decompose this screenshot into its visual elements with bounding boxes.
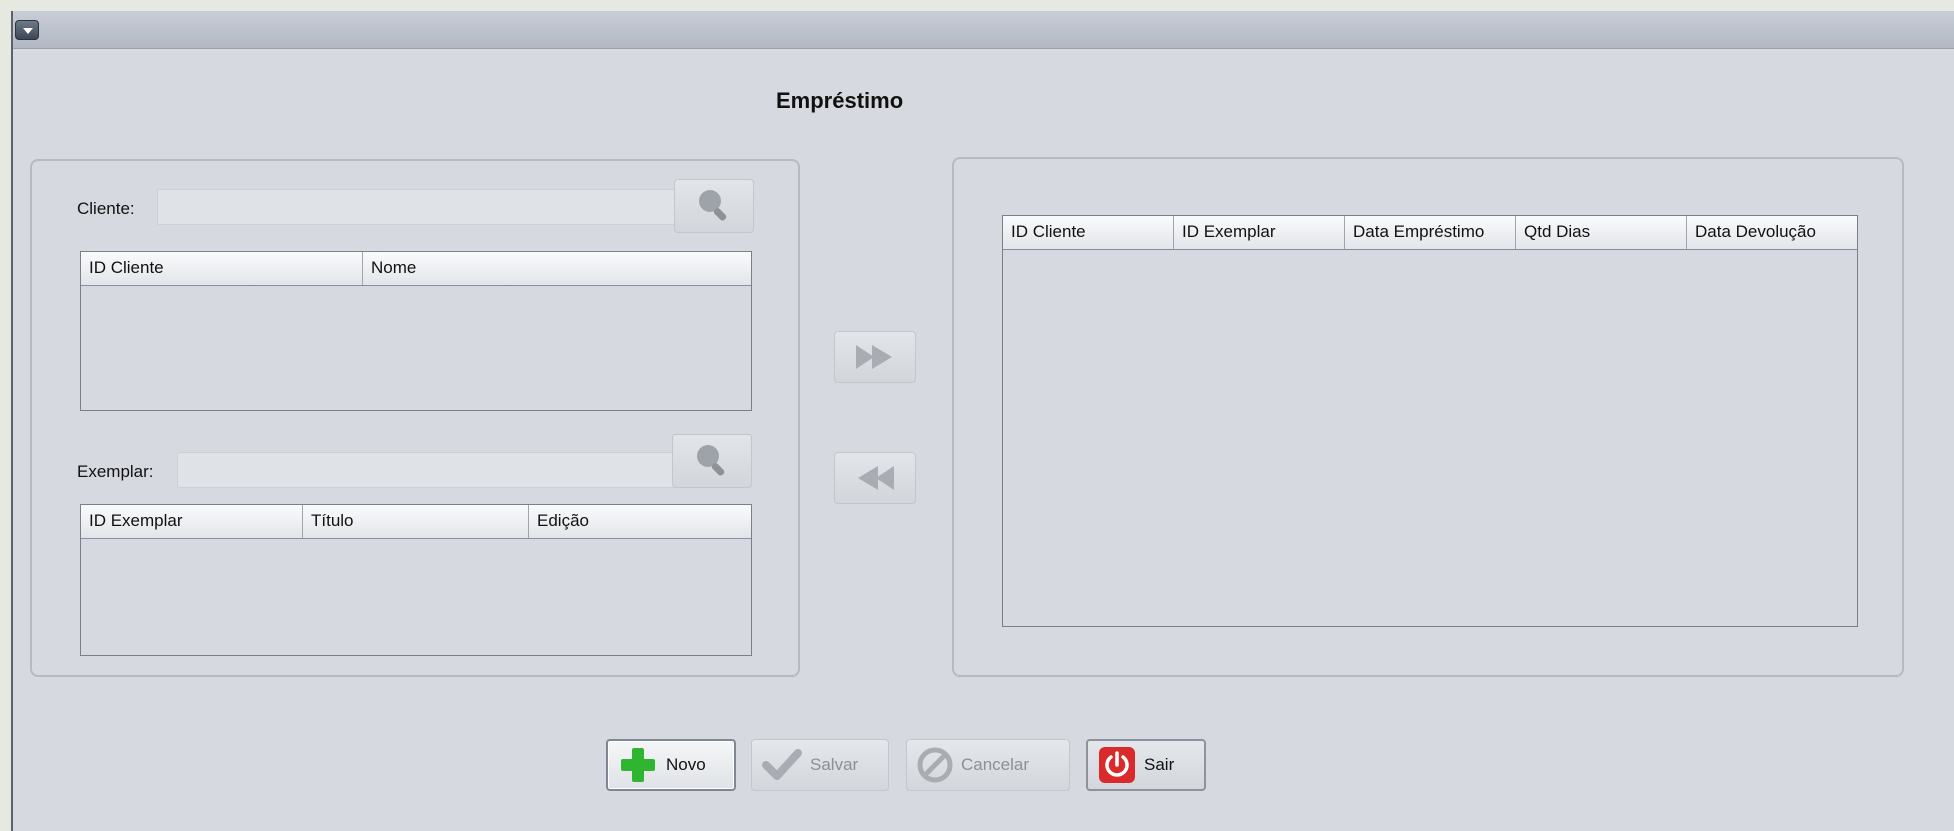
cliente-search-button[interactable] (674, 179, 754, 233)
magnifier-icon (697, 445, 725, 476)
magnifier-icon (699, 190, 727, 221)
remove-from-loan-button[interactable] (834, 452, 916, 504)
check-icon (762, 749, 802, 780)
cliente-table-header: ID Cliente Nome (81, 252, 751, 286)
column-header[interactable]: ID Exemplar (81, 505, 303, 538)
cliente-search-input[interactable] (157, 189, 687, 225)
emprestimo-table-header: ID Cliente ID Exemplar Data Empréstimo Q… (1003, 216, 1857, 250)
novo-button[interactable]: Novo (606, 739, 736, 791)
emprestimo-table[interactable]: ID Cliente ID Exemplar Data Empréstimo Q… (1002, 215, 1858, 627)
cliente-label: Cliente: (77, 199, 135, 218)
plus-icon (621, 748, 655, 782)
right-panel: ID Cliente ID Exemplar Data Empréstimo Q… (952, 157, 1904, 677)
power-icon (1099, 747, 1135, 783)
column-header[interactable]: Edição (529, 505, 751, 538)
cancelar-label: Cancelar (961, 755, 1030, 774)
page-title: Empréstimo (776, 88, 904, 113)
exemplar-table-header: ID Exemplar Título Edição (81, 505, 751, 539)
exemplar-search-button[interactable] (672, 434, 752, 488)
cancel-icon (917, 747, 953, 783)
title-bar (13, 11, 1954, 49)
left-panel: Cliente: ID Cliente Nome Exemplar: ID Ex… (30, 159, 800, 677)
exemplar-table[interactable]: ID Exemplar Título Edição (80, 504, 752, 656)
cancelar-button[interactable]: Cancelar (906, 739, 1070, 791)
novo-label: Novo (666, 755, 706, 774)
add-to-loan-button[interactable] (834, 331, 916, 383)
sair-button[interactable]: Sair (1086, 739, 1206, 791)
salvar-button[interactable]: Salvar (751, 739, 889, 791)
fast-forward-icon (856, 345, 892, 369)
column-header[interactable]: Qtd Dias (1516, 216, 1687, 249)
column-header[interactable]: Data Empréstimo (1345, 216, 1516, 249)
exemplar-search-input[interactable] (177, 452, 685, 488)
system-menu-icon[interactable] (15, 20, 39, 40)
salvar-label: Salvar (810, 755, 859, 774)
column-header[interactable]: ID Exemplar (1174, 216, 1345, 249)
column-header[interactable]: ID Cliente (1003, 216, 1174, 249)
sair-label: Sair (1144, 755, 1175, 774)
fast-rewind-icon (858, 466, 894, 490)
cliente-table[interactable]: ID Cliente Nome (80, 251, 752, 411)
column-header[interactable]: Data Devolução (1687, 216, 1857, 249)
column-header[interactable]: ID Cliente (81, 252, 363, 285)
column-header[interactable]: Título (303, 505, 529, 538)
column-header[interactable]: Nome (363, 252, 751, 285)
exemplar-label: Exemplar: (77, 462, 154, 481)
